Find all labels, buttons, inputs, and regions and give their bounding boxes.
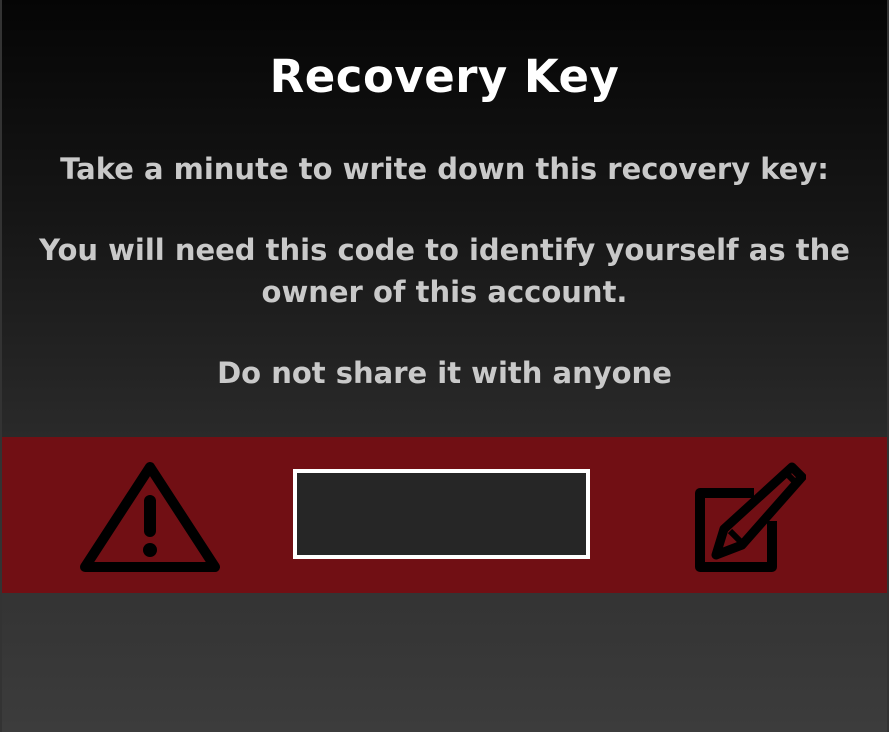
warning-text: Do not share it with anyone [217,356,672,390]
page-title: Recovery Key [269,50,620,103]
recovery-key-screen: Recovery Key Take a minute to write down… [0,0,889,732]
recovery-key-band [2,437,887,593]
edit-pencil-icon[interactable] [692,459,806,575]
instruction-text: Take a minute to write down this recover… [60,152,829,186]
explanation-text: You will need this code to identify your… [39,233,850,309]
warning-triangle-icon [80,462,220,572]
recovery-key-field[interactable] [293,469,590,559]
